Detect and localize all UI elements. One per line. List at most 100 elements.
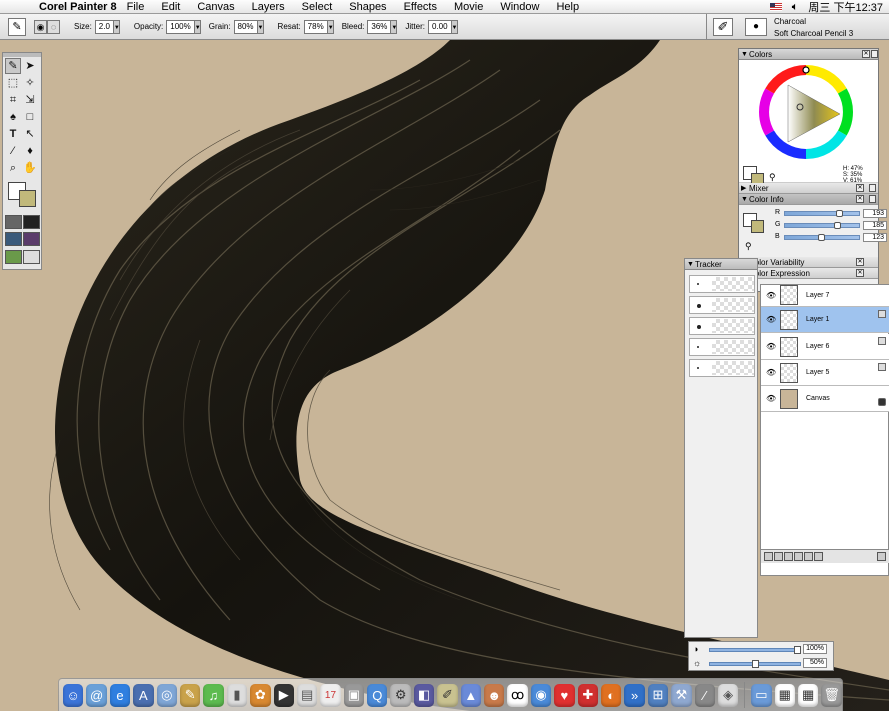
brush-category-name[interactable]: Charcoal bbox=[774, 17, 806, 26]
rectangle-select-icon[interactable]: ⬚ bbox=[5, 75, 21, 91]
brush-tool-icon[interactable]: ✎ bbox=[5, 58, 21, 74]
tracker-title-bar[interactable]: ▼ Tracker bbox=[685, 259, 757, 270]
color-info-section-header[interactable]: ▼ Color Info ✕ bbox=[739, 194, 878, 205]
layer-opacity-value[interactable]: 100% bbox=[803, 644, 827, 654]
eye-icon[interactable]: 👁︎ bbox=[766, 394, 776, 403]
utility-icon[interactable]: ⚒ bbox=[671, 683, 692, 707]
menu-help[interactable]: Help bbox=[556, 1, 579, 13]
layer-row-canvas[interactable]: 👁︎ Canvas bbox=[761, 386, 889, 412]
layer-row-layer-5[interactable]: 👁︎ Layer 5 bbox=[761, 360, 889, 386]
menu-layers[interactable]: Layers bbox=[252, 1, 285, 13]
brush-stroke-type-icon[interactable]: ◌ bbox=[47, 19, 60, 34]
dropper-icon[interactable]: ⁄ bbox=[5, 143, 21, 159]
close-icon[interactable]: ✕ bbox=[856, 258, 864, 266]
resat-slider-arrow-icon[interactable]: ▼ bbox=[327, 19, 334, 34]
address-book-icon[interactable]: A bbox=[133, 683, 154, 707]
resize-box-icon[interactable] bbox=[869, 195, 876, 203]
browser-icon[interactable]: ◉ bbox=[530, 683, 552, 707]
layer-mask-icon[interactable] bbox=[784, 552, 793, 561]
resat-field[interactable]: 78% bbox=[303, 19, 328, 34]
open-window-icon[interactable]: ▦ bbox=[774, 683, 795, 707]
paint-bucket-icon[interactable]: ♦ bbox=[22, 143, 38, 159]
text-edit-icon[interactable]: ✎ bbox=[179, 683, 201, 707]
color-variability-header[interactable]: ▶ Color Variability ✕ bbox=[739, 257, 878, 268]
heart-app-icon[interactable]: ♥ bbox=[554, 683, 575, 707]
green-value-field[interactable]: 185 bbox=[863, 221, 887, 230]
disk-utility-icon[interactable]: ◈ bbox=[717, 683, 739, 707]
toolbox-title-bar[interactable] bbox=[3, 53, 41, 57]
input-menu-flag-icon[interactable] bbox=[769, 3, 782, 11]
grain-field[interactable]: 80% bbox=[233, 19, 258, 34]
nozzle-selector-icon[interactable] bbox=[5, 250, 22, 264]
eye-icon[interactable]: 👁︎ bbox=[766, 342, 776, 351]
slider-knob[interactable] bbox=[794, 646, 801, 654]
document-icon[interactable]: ⁄ bbox=[694, 683, 715, 707]
menu-file[interactable]: File bbox=[127, 1, 145, 13]
paper-selector-icon[interactable] bbox=[5, 215, 22, 229]
menubar-clock[interactable]: 周三 下午12:37 bbox=[808, 0, 883, 15]
collapse-triangle-icon[interactable]: ▼ bbox=[741, 194, 748, 205]
brush-tool-icon[interactable]: ✎ bbox=[8, 17, 26, 36]
create-layer-mask-icon[interactable] bbox=[794, 552, 803, 561]
weaving-selector-icon[interactable] bbox=[23, 232, 40, 246]
crop-icon[interactable]: ⌗ bbox=[5, 92, 21, 108]
app-name-menu[interactable]: Corel Painter 8 bbox=[39, 1, 117, 13]
finder-icon[interactable]: ☺ bbox=[63, 683, 84, 707]
ichat-icon[interactable]: ◎ bbox=[156, 683, 177, 707]
brush-category-icon[interactable]: ✐ bbox=[713, 18, 733, 36]
layer-adjuster-icon[interactable]: ➤ bbox=[22, 58, 38, 74]
layer-name[interactable]: Layer 5 bbox=[806, 369, 829, 376]
tracker-item[interactable] bbox=[689, 296, 755, 314]
trash-icon[interactable] bbox=[877, 552, 886, 561]
layer-name[interactable]: Layer 7 bbox=[806, 292, 829, 299]
dropper-icon[interactable]: ⚲ bbox=[769, 172, 776, 183]
brush-variant-name[interactable]: Soft Charcoal Pencil 3 bbox=[774, 29, 853, 38]
tracker-item[interactable] bbox=[689, 275, 755, 293]
opacity-field[interactable]: 100% bbox=[166, 19, 195, 34]
eye-icon[interactable]: 👁︎ bbox=[766, 368, 776, 377]
layer-name[interactable]: Layer 6 bbox=[806, 343, 829, 350]
tracker-item[interactable] bbox=[689, 317, 755, 335]
brush-variant-icon[interactable]: ● bbox=[745, 18, 767, 36]
internet-explorer-icon[interactable]: e bbox=[109, 683, 131, 707]
blue-value-field[interactable]: 123 bbox=[863, 233, 887, 242]
signature-icon[interactable]: ꝏ bbox=[507, 683, 528, 707]
jitter-slider-arrow-icon[interactable]: ▼ bbox=[451, 19, 458, 34]
menu-effects[interactable]: Effects bbox=[404, 1, 437, 13]
slider-knob[interactable] bbox=[752, 660, 759, 668]
sherlock-icon[interactable]: Q bbox=[367, 683, 388, 707]
close-icon[interactable]: ✕ bbox=[856, 269, 864, 277]
volume-icon[interactable]: 🔈︎ bbox=[792, 1, 799, 14]
open-window-icon[interactable]: ▦ bbox=[798, 683, 819, 707]
red-slider[interactable] bbox=[784, 210, 860, 217]
tracker-item[interactable] bbox=[689, 338, 755, 356]
eye-icon[interactable]: 👁︎ bbox=[766, 291, 776, 300]
look-selector-icon[interactable] bbox=[23, 250, 40, 264]
cross-app-icon[interactable]: ✚ bbox=[577, 683, 598, 707]
iphoto-icon[interactable]: ✿ bbox=[250, 683, 271, 707]
text-tool-icon[interactable]: T bbox=[5, 126, 21, 142]
menu-edit[interactable]: Edit bbox=[161, 1, 180, 13]
new-layer-icon[interactable] bbox=[804, 552, 813, 561]
tracker-item[interactable] bbox=[689, 359, 755, 377]
trash-icon[interactable]: 🗑︎ bbox=[821, 683, 842, 707]
blue-slider-knob[interactable] bbox=[817, 234, 825, 241]
eye-icon[interactable]: 👁︎ bbox=[766, 315, 776, 324]
color-info-additional-swatch[interactable] bbox=[751, 220, 764, 233]
jitter-field[interactable]: 0.00 bbox=[427, 19, 452, 34]
new-group-icon[interactable] bbox=[814, 552, 823, 561]
green-slider-knob[interactable] bbox=[834, 222, 842, 229]
close-icon[interactable]: ✕ bbox=[856, 184, 864, 192]
menu-select[interactable]: Select bbox=[302, 1, 333, 13]
windows-app-icon[interactable]: ⊞ bbox=[647, 683, 669, 707]
painter-icon[interactable]: ✐ bbox=[437, 683, 458, 707]
close-icon[interactable]: ✕ bbox=[862, 50, 870, 58]
close-icon[interactable]: ✕ bbox=[856, 195, 864, 203]
rectangle-shape-icon[interactable]: □ bbox=[22, 109, 38, 125]
red-value-field[interactable]: 193 bbox=[863, 209, 887, 218]
layer-row-layer-7[interactable]: 👁︎ Layer 7 bbox=[761, 285, 889, 307]
layer-commands-icon[interactable] bbox=[764, 552, 773, 561]
colors-title-bar[interactable]: ▼ Colors ✕ bbox=[739, 49, 878, 60]
bleed-slider-arrow-icon[interactable]: ▼ bbox=[391, 19, 398, 34]
layer-row-layer-1[interactable]: 👁︎ Layer 1 bbox=[761, 307, 889, 333]
